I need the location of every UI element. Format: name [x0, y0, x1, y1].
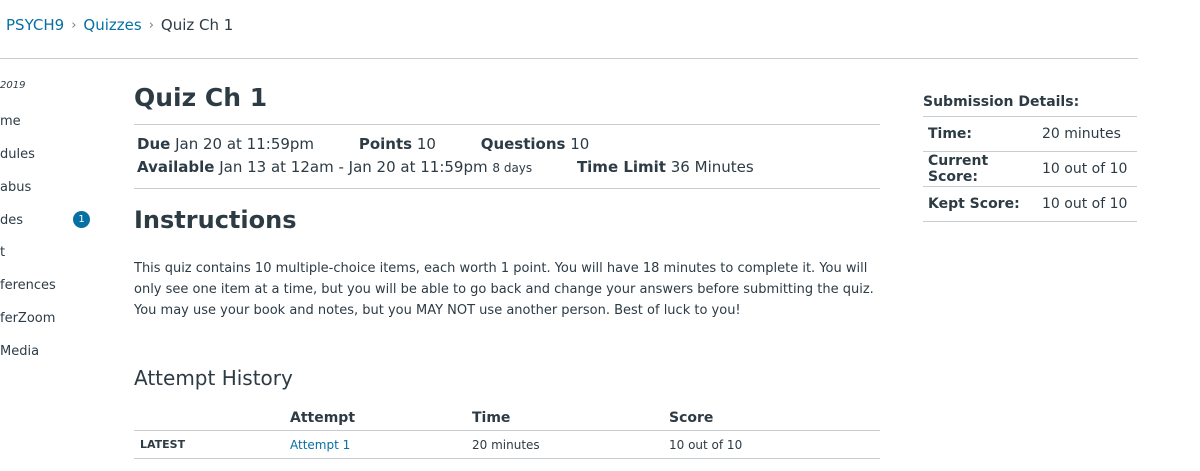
submission-details-heading: Submission Details:	[923, 94, 1137, 117]
column-header-attempt: Attempt	[290, 410, 356, 426]
attempt-score: 10 out of 10	[663, 430, 880, 459]
quiz-meta-row-2: Available Jan 13 at 12am - Jan 20 at 11:…	[137, 158, 754, 176]
instructions-heading: Instructions	[134, 206, 297, 234]
quiz-meta-row-1: Due Jan 20 at 11:59pm Points 10 Question…	[137, 135, 589, 153]
instructions-text: This quiz contains 10 multiple-choice it…	[134, 261, 874, 318]
breadcrumb-course-link[interactable]: PSYCH9	[6, 16, 64, 34]
nav-item-media[interactable]: Media	[0, 344, 39, 359]
submission-details: Submission Details: Time: 20 minutes Cur…	[923, 94, 1137, 222]
nav-item-syllabus[interactable]: abus	[0, 180, 31, 195]
column-header-score: Score	[669, 410, 714, 426]
points-value: 10	[416, 135, 436, 153]
time-limit-label: Time Limit	[576, 158, 666, 176]
time-limit-value: 36 Minutes	[670, 158, 754, 176]
submission-value: 10 out of 10	[1037, 186, 1137, 222]
table-header-row: Attempt Time Score	[134, 406, 880, 431]
available-days: 8 days	[492, 161, 533, 175]
submission-label: Kept Score:	[923, 186, 1037, 222]
breadcrumb-separator-icon: ›	[71, 17, 77, 33]
attempt-history-heading: Attempt History	[134, 366, 293, 390]
submission-label: Time:	[923, 117, 1037, 152]
available-label: Available	[137, 158, 215, 176]
breadcrumb-separator-icon: ›	[148, 17, 154, 33]
attempt-history-table: Attempt Time Score LATEST Attempt 1 20 m…	[134, 406, 880, 459]
submission-value: 10 out of 10	[1037, 151, 1137, 187]
nav-item-grades[interactable]: des	[0, 213, 23, 228]
table-row: LATEST Attempt 1 20 minutes 10 out of 10	[134, 430, 880, 459]
submission-row: Current Score: 10 out of 10	[923, 151, 1137, 187]
submission-row: Kept Score: 10 out of 10	[923, 186, 1137, 222]
breadcrumb-current: Quiz Ch 1	[160, 16, 234, 34]
due-label: Due	[137, 135, 171, 153]
divider	[134, 188, 880, 189]
questions-label: Questions	[480, 135, 566, 153]
grades-count-badge: 1	[73, 211, 90, 228]
available-value: Jan 13 at 12am - Jan 20 at 11:59pm	[219, 158, 488, 176]
attempt-1-link[interactable]: Attempt 1	[290, 438, 350, 452]
nav-item-modules[interactable]: dules	[0, 147, 35, 162]
page-title: Quiz Ch 1	[134, 83, 268, 112]
breadcrumb-quizzes-link[interactable]: Quizzes	[83, 16, 141, 34]
nav-item-conferences[interactable]: ferences	[0, 278, 56, 293]
nav-item-chat[interactable]: t	[0, 245, 5, 260]
submission-label: Current Score:	[923, 151, 1037, 187]
submission-row: Time: 20 minutes	[923, 117, 1137, 152]
column-header-time: Time	[472, 410, 511, 426]
nav-term: 2019	[0, 80, 26, 91]
nav-item-conferzoom[interactable]: ferZoom	[0, 311, 55, 326]
breadcrumb: PSYCH9 › Quizzes › Quiz Ch 1	[6, 16, 233, 34]
page-header: PSYCH9 › Quizzes › Quiz Ch 1	[0, 0, 1138, 59]
latest-tag: LATEST	[134, 430, 284, 459]
nav-item-home[interactable]: me	[0, 114, 21, 129]
due-value: Jan 20 at 11:59pm	[175, 135, 315, 153]
divider	[134, 124, 880, 125]
attempt-time: 20 minutes	[466, 430, 663, 459]
column-header	[134, 406, 284, 431]
questions-value: 10	[570, 135, 590, 153]
points-label: Points	[358, 135, 413, 153]
submission-details-table: Time: 20 minutes Current Score: 10 out o…	[923, 117, 1137, 222]
submission-value: 20 minutes	[1037, 117, 1137, 152]
